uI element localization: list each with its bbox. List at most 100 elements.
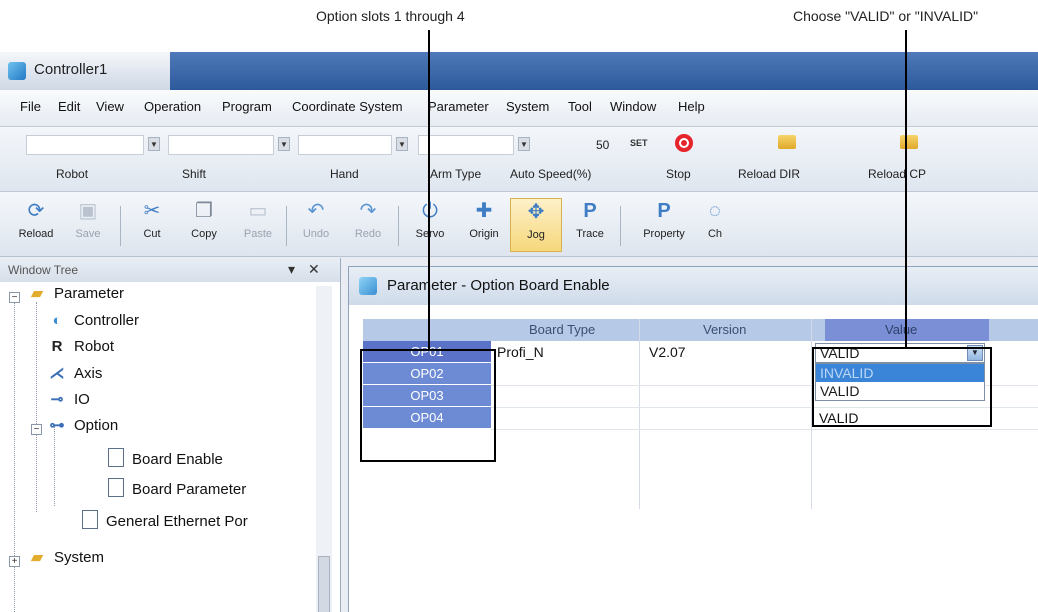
- toolbar-separator: [286, 206, 287, 246]
- close-icon[interactable]: ✕: [308, 261, 320, 278]
- jog-button[interactable]: ✥ Jog: [510, 198, 562, 252]
- option-icon: ⊶: [49, 417, 65, 434]
- tree-item-general-ethernet[interactable]: General Ethernet Por: [82, 510, 308, 538]
- menu-program[interactable]: Program: [222, 99, 272, 114]
- tree-item-axis[interactable]: ⋌ Axis: [46, 364, 103, 392]
- reload-button[interactable]: ⟳ Reload: [10, 198, 62, 252]
- tree-connector: [36, 302, 37, 512]
- column-header-board-type[interactable]: Board Type: [529, 322, 595, 337]
- robot-select[interactable]: [26, 135, 144, 155]
- expand-parameter-icon[interactable]: −: [9, 292, 20, 303]
- toolbar-separator: [398, 206, 399, 246]
- window-tree-header: Window Tree ▾ ✕: [0, 258, 340, 282]
- cell-version[interactable]: V2.07: [649, 341, 686, 363]
- redo-icon: ↷: [359, 200, 377, 222]
- undo-button[interactable]: ↶ Undo: [290, 198, 342, 252]
- save-button[interactable]: ▣ Save: [62, 198, 114, 252]
- tree-item-option[interactable]: ⊶ Option: [46, 416, 119, 444]
- auto-speed-value[interactable]: 50: [596, 138, 609, 152]
- column-header-value[interactable]: Value: [885, 322, 917, 337]
- menu-window[interactable]: Window: [610, 99, 656, 114]
- reload-dir-folder-icon[interactable]: [778, 135, 796, 149]
- tree-item-system[interactable]: ▰ System: [26, 548, 104, 576]
- property-button[interactable]: P Property: [638, 198, 690, 252]
- servo-button[interactable]: ⏻ Servo: [404, 198, 456, 252]
- reload-cp-folder-icon[interactable]: [900, 135, 918, 149]
- window-tree-panel: Window Tree ▾ ✕ − ▰ Parameter ◐ Controller…: [0, 258, 341, 612]
- toolbar-separator: [120, 206, 121, 246]
- origin-button[interactable]: ✚ Origin: [458, 198, 510, 252]
- shift-label: Shift: [182, 167, 207, 181]
- tree-item-io[interactable]: ⊸ IO: [46, 390, 90, 418]
- tree-item-board-parameter[interactable]: Board Parameter: [108, 478, 246, 506]
- axis-icon: ⋌: [49, 365, 65, 382]
- copy-button[interactable]: ❐ Copy: [178, 198, 230, 252]
- servo-label: Servo: [415, 228, 445, 240]
- tree-item-robot[interactable]: R Robot: [46, 338, 114, 366]
- menu-help[interactable]: Help: [678, 99, 705, 114]
- trace-icon: P: [583, 200, 597, 222]
- redo-button[interactable]: ↷ Redo: [342, 198, 394, 252]
- menu-file[interactable]: File: [20, 99, 41, 114]
- shift-select-arrow-icon[interactable]: ▼: [278, 137, 290, 151]
- tree-scrollbar-thumb[interactable]: [318, 556, 330, 612]
- window-tree-title: Window Tree: [8, 263, 79, 277]
- cut-icon: ✂: [143, 200, 161, 222]
- reload-icon: ⟳: [27, 200, 45, 222]
- tree-item-parameter[interactable]: ▰ Parameter: [26, 284, 124, 312]
- document-tab[interactable]: Parameter - Option Board Enable: [349, 267, 1038, 305]
- paste-button[interactable]: ▭ Paste: [232, 198, 284, 252]
- stop-label: Stop: [666, 167, 691, 181]
- callout-box-valid-choice: [812, 347, 992, 427]
- redo-label: Redo: [354, 228, 382, 240]
- set-button[interactable]: SET: [630, 138, 648, 148]
- column-header-version[interactable]: Version: [703, 322, 746, 337]
- arm-type-select[interactable]: [418, 135, 514, 155]
- callout-leader-line: [428, 30, 430, 350]
- application-window: Controller1 File Edit View Operation Pro…: [0, 52, 1038, 612]
- tree-scrollbar[interactable]: [316, 286, 332, 612]
- menu-view[interactable]: View: [96, 99, 124, 114]
- hand-label: Hand: [330, 167, 359, 181]
- reload-dir-label: Reload DIR: [738, 167, 801, 181]
- arm-type-select-arrow-icon[interactable]: ▼: [518, 137, 530, 151]
- folder-icon: ▰: [31, 285, 43, 302]
- servo-icon: ⏻: [419, 200, 441, 222]
- auto-speed-label: Auto Speed(%): [510, 167, 592, 181]
- jog-label: Jog: [527, 229, 545, 241]
- menu-tool[interactable]: Tool: [568, 99, 592, 114]
- menu-bar: File Edit View Operation Program Coordin…: [0, 90, 1038, 127]
- app-icon: [8, 62, 26, 80]
- shift-select[interactable]: [168, 135, 274, 155]
- grid-header-row: Board Type Version Value: [363, 319, 1038, 341]
- hand-select[interactable]: [298, 135, 392, 155]
- menu-system[interactable]: System: [506, 99, 549, 114]
- controller-icon: ◐: [52, 312, 62, 329]
- grid-row-divider: [491, 429, 1038, 430]
- robot-icon: R: [51, 338, 63, 355]
- folder-icon: ▰: [31, 549, 43, 566]
- tree-item-controller[interactable]: ◐ Controller: [46, 312, 139, 340]
- document-icon: [108, 448, 124, 467]
- callout-box-option-slots: [360, 349, 496, 462]
- expand-option-icon[interactable]: −: [31, 424, 42, 435]
- tree-item-label: Controller: [74, 312, 140, 329]
- hand-select-arrow-icon[interactable]: ▼: [396, 137, 408, 151]
- cut-button[interactable]: ✂ Cut: [126, 198, 178, 252]
- document-tab-icon: [359, 277, 377, 295]
- menu-parameter[interactable]: Parameter: [428, 99, 489, 114]
- trace-button[interactable]: P Trace: [564, 198, 616, 252]
- ch-button[interactable]: ◌ Ch: [700, 198, 730, 252]
- menu-edit[interactable]: Edit: [58, 99, 80, 114]
- tree-item-label: Parameter: [54, 285, 125, 302]
- expand-system-icon[interactable]: +: [9, 556, 20, 567]
- robot-select-arrow-icon[interactable]: ▼: [148, 137, 160, 151]
- cell-board-type[interactable]: Profi_N: [497, 341, 544, 363]
- tree-item-board-enable[interactable]: Board Enable: [108, 448, 223, 476]
- pin-dropdown-icon[interactable]: ▾: [288, 261, 295, 278]
- stop-icon[interactable]: [675, 134, 693, 152]
- reload-cp-label: Reload CP: [868, 167, 927, 181]
- menu-operation[interactable]: Operation: [144, 99, 201, 114]
- jog-icon: ✥: [527, 201, 545, 223]
- menu-coordinate-system[interactable]: Coordinate System: [292, 99, 403, 114]
